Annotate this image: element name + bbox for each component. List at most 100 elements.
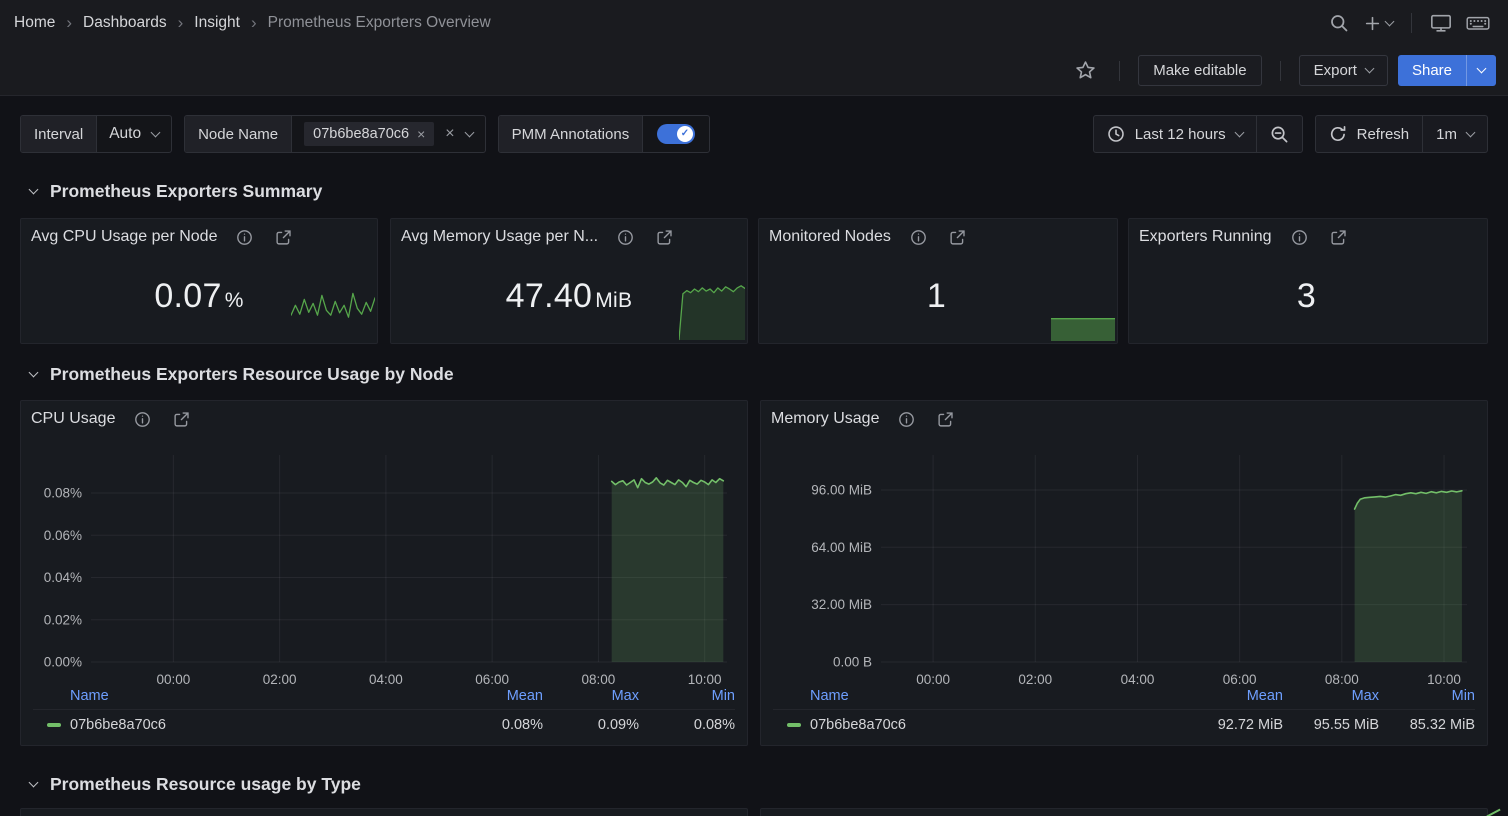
legend-header-max[interactable]: Max bbox=[543, 688, 639, 704]
favorite-button[interactable] bbox=[1070, 56, 1101, 86]
section-resource-usage-by-type[interactable]: Prometheus Resource usage by Type bbox=[22, 770, 361, 798]
legend-header-name[interactable]: Name bbox=[70, 688, 447, 704]
time-range-picker: Last 12 hours bbox=[1093, 115, 1303, 153]
refresh-picker: Refresh 1m bbox=[1315, 115, 1488, 153]
series-max: 95.55 MiB bbox=[1283, 717, 1379, 733]
nav-actions bbox=[1324, 8, 1494, 38]
node-chip[interactable]: 07b6be8a70c6 × bbox=[304, 122, 434, 146]
export-button[interactable]: Export bbox=[1299, 55, 1388, 86]
legend-header-mean[interactable]: Mean bbox=[447, 688, 543, 704]
pmm-annotations-toggle[interactable] bbox=[657, 124, 695, 144]
section-resource-usage-by-node[interactable]: Prometheus Exporters Resource Usage by N… bbox=[22, 360, 454, 388]
next-row-panel-top bbox=[20, 808, 748, 816]
section-title: Prometheus Resource usage by Type bbox=[50, 774, 361, 795]
breadcrumb-home[interactable]: Home bbox=[14, 14, 55, 32]
share-menu-button[interactable] bbox=[1466, 55, 1496, 86]
pmm-annotations-control: PMM Annotations bbox=[498, 115, 711, 153]
time-range-button[interactable]: Last 12 hours bbox=[1094, 116, 1256, 152]
refresh-button[interactable]: Refresh bbox=[1316, 116, 1423, 152]
sparkline bbox=[1051, 314, 1115, 341]
node-name-variable: Node Name 07b6be8a70c6 × × bbox=[184, 115, 486, 153]
interval-select[interactable]: Auto bbox=[97, 116, 171, 152]
panel-title[interactable]: Avg Memory Usage per N... bbox=[401, 228, 598, 246]
zoom-out-time-button[interactable] bbox=[1256, 116, 1302, 152]
info-icon[interactable] bbox=[910, 229, 927, 246]
sparkline bbox=[291, 285, 375, 341]
chevron-down-icon bbox=[1365, 64, 1375, 74]
section-exporters-summary[interactable]: Prometheus Exporters Summary bbox=[22, 177, 322, 205]
external-link-icon[interactable] bbox=[949, 229, 966, 246]
external-link-icon[interactable] bbox=[173, 411, 190, 428]
panel-header-icons bbox=[134, 411, 190, 428]
breadcrumb-dashboards[interactable]: Dashboards bbox=[83, 14, 167, 32]
next-row-panel-top bbox=[760, 808, 1488, 816]
breadcrumb-insight[interactable]: Insight bbox=[194, 14, 240, 32]
legend-header-name[interactable]: Name bbox=[810, 688, 1187, 704]
node-name-label: Node Name bbox=[185, 116, 292, 152]
chevron-down-icon bbox=[1234, 127, 1244, 137]
external-link-icon[interactable] bbox=[1330, 229, 1347, 246]
chip-remove-icon[interactable]: × bbox=[417, 127, 425, 141]
legend-header-max[interactable]: Max bbox=[1283, 688, 1379, 704]
legend-header-min[interactable]: Min bbox=[1379, 688, 1475, 704]
keyboard-shortcuts-button[interactable] bbox=[1462, 8, 1494, 38]
stat-number: 0.07 bbox=[154, 277, 221, 315]
panel-title[interactable]: Monitored Nodes bbox=[769, 228, 891, 246]
info-icon[interactable] bbox=[134, 411, 151, 428]
legend-header-min[interactable]: Min bbox=[639, 688, 735, 704]
search-button[interactable] bbox=[1324, 8, 1354, 38]
legend-row: 07b6be8a70c6 0.08% 0.09% 0.08% bbox=[33, 709, 735, 739]
make-editable-label: Make editable bbox=[1153, 62, 1246, 79]
share-button[interactable]: Share bbox=[1398, 55, 1466, 86]
series-max: 0.09% bbox=[543, 717, 639, 733]
refresh-interval-select[interactable]: 1m bbox=[1422, 116, 1487, 152]
panel-header: Memory Usage bbox=[761, 401, 1487, 428]
legend-header-mean[interactable]: Mean bbox=[1187, 688, 1283, 704]
external-link-icon[interactable] bbox=[937, 411, 954, 428]
node-name-select[interactable]: 07b6be8a70c6 × × bbox=[292, 116, 485, 152]
export-label: Export bbox=[1314, 62, 1357, 79]
panel-avg-cpu-usage: Avg CPU Usage per Node 0.07% bbox=[20, 218, 378, 344]
dashboard-screen: Home › Dashboards › Insight › Prometheus… bbox=[0, 0, 1508, 816]
svg-text:0.02%: 0.02% bbox=[44, 612, 82, 627]
panel-title[interactable]: CPU Usage bbox=[31, 410, 115, 428]
chevron-down-icon bbox=[151, 127, 161, 137]
info-icon[interactable] bbox=[1291, 229, 1308, 246]
make-editable-button[interactable]: Make editable bbox=[1138, 55, 1261, 86]
legend-header: Name Mean Max Min bbox=[773, 683, 1475, 709]
series-name[interactable]: 07b6be8a70c6 bbox=[70, 717, 447, 733]
stat-unit: MiB bbox=[595, 289, 632, 312]
refresh-interval-value: 1m bbox=[1436, 126, 1457, 143]
series-name[interactable]: 07b6be8a70c6 bbox=[810, 717, 1187, 733]
monitor-icon bbox=[1430, 13, 1452, 33]
kiosk-mode-button[interactable] bbox=[1426, 8, 1456, 38]
info-icon[interactable] bbox=[236, 229, 253, 246]
breadcrumb: Home › Dashboards › Insight › Prometheus… bbox=[14, 13, 491, 33]
breadcrumb-separator: › bbox=[178, 13, 184, 33]
clear-selection-icon[interactable]: × bbox=[445, 126, 454, 142]
external-link-icon[interactable] bbox=[656, 229, 673, 246]
section-title: Prometheus Exporters Resource Usage by N… bbox=[50, 364, 454, 385]
panel-avg-memory-usage: Avg Memory Usage per N... 47.40MiB bbox=[390, 218, 748, 344]
new-menu-button[interactable] bbox=[1360, 8, 1397, 38]
legend-row: 07b6be8a70c6 92.72 MiB 95.55 MiB 85.32 M… bbox=[773, 709, 1475, 739]
info-icon[interactable] bbox=[617, 229, 634, 246]
svg-text:0.00%: 0.00% bbox=[44, 655, 82, 670]
panel-header-icons bbox=[236, 229, 292, 246]
breadcrumb-separator: › bbox=[251, 13, 257, 33]
chevron-down-icon bbox=[1385, 16, 1395, 26]
series-mean: 92.72 MiB bbox=[1187, 717, 1283, 733]
panel-title[interactable]: Avg CPU Usage per Node bbox=[31, 228, 217, 246]
panel-title[interactable]: Memory Usage bbox=[771, 410, 879, 428]
variables-row: Interval Auto Node Name 07b6be8a70c6 × ×… bbox=[20, 115, 1488, 153]
external-link-icon[interactable] bbox=[275, 229, 292, 246]
cpu-usage-chart[interactable]: 0.00%0.02%0.04%0.06%0.08%00:0002:0004:00… bbox=[33, 447, 735, 693]
panel-title[interactable]: Exporters Running bbox=[1139, 228, 1272, 246]
divider bbox=[1411, 13, 1412, 33]
memory-usage-chart[interactable]: 0.00 B32.00 MiB64.00 MiB96.00 MiB00:0002… bbox=[773, 447, 1475, 693]
info-icon[interactable] bbox=[898, 411, 915, 428]
pmm-annotations-label: PMM Annotations bbox=[499, 116, 644, 152]
svg-text:32.00 MiB: 32.00 MiB bbox=[811, 597, 872, 612]
refresh-label: Refresh bbox=[1357, 126, 1410, 143]
panel-header: Avg Memory Usage per N... bbox=[391, 219, 747, 246]
